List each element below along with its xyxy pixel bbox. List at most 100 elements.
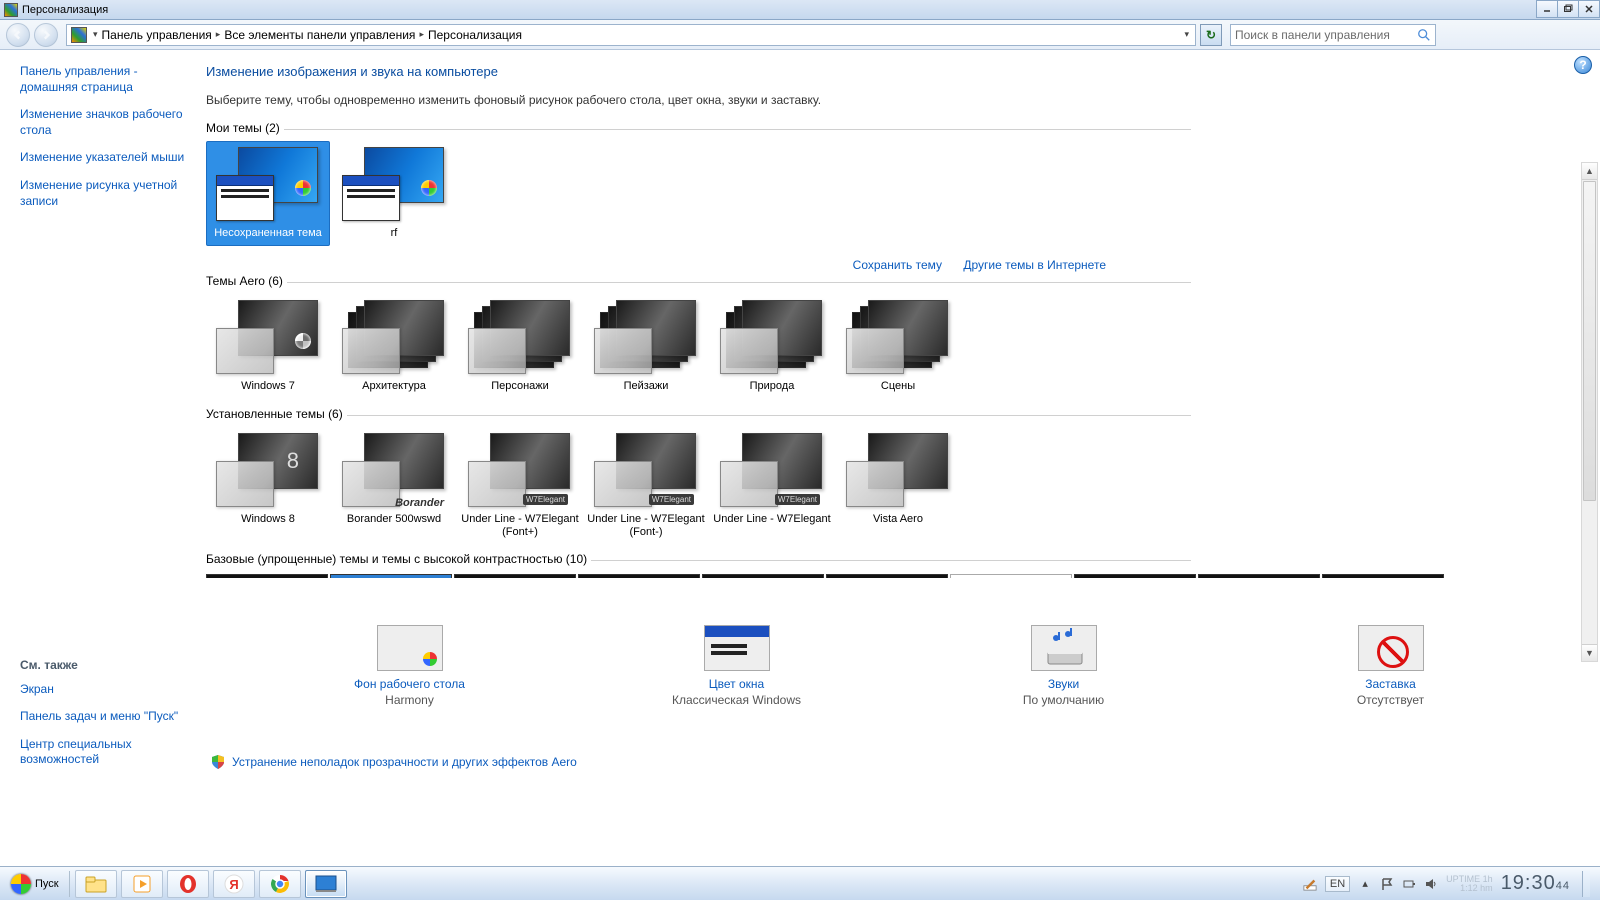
theme-underline-minus[interactable]: W7ElegantUnder Line - W7Elegant (Font-) <box>584 427 708 544</box>
theme-characters[interactable]: Персонажи <box>458 294 582 399</box>
badge: W7Elegant <box>775 494 820 505</box>
opt-value: По умолчанию <box>924 693 1204 707</box>
tray-volume-icon[interactable] <box>1424 877 1438 891</box>
taskbar-app-opera[interactable] <box>167 870 209 898</box>
scroll-thumb[interactable] <box>1583 181 1596 501</box>
window-color-icon <box>704 625 770 671</box>
taskbar-app-yandex[interactable]: Я <box>213 870 255 898</box>
sidebar-link-account-picture[interactable]: Изменение рисунка учетной записи <box>20 178 190 209</box>
theme-basic-partial[interactable] <box>1198 574 1320 578</box>
theme-basic-partial[interactable] <box>826 574 948 578</box>
group-installed: 8Windows 8 Borander Borander 500wswd W7El… <box>206 421 1594 552</box>
opt-value: Классическая Windows <box>597 693 877 707</box>
group-aero-title: Темы Aero (6) <box>206 274 283 288</box>
chevron-icon[interactable]: ▾ <box>93 29 98 40</box>
option-window-color[interactable]: Цвет окна Классическая Windows <box>597 625 877 707</box>
aero-troubleshoot-link[interactable]: Устранение неполадок прозрачности и друг… <box>206 754 1594 770</box>
tray-language[interactable]: EN <box>1325 876 1350 892</box>
breadcrumb-segment[interactable]: Панель управления <box>102 28 212 42</box>
group-aero: Windows 7 Архитектура Персонажи Пейзажи … <box>206 288 1594 407</box>
theme-label: Windows 8 <box>241 513 295 527</box>
taskbar-app-personalization[interactable] <box>305 870 347 898</box>
option-desktop-background[interactable]: Фон рабочего стола Harmony <box>270 625 550 707</box>
theme-scenes[interactable]: Сцены <box>836 294 960 399</box>
start-button[interactable]: Пуск <box>4 871 66 897</box>
sidebar-link-home[interactable]: Панель управления - домашняя страница <box>20 64 190 95</box>
theme-windows8[interactable]: 8Windows 8 <box>206 427 330 544</box>
breadcrumb-segment[interactable]: Все элементы панели управления <box>224 28 415 42</box>
minimize-button[interactable] <box>1536 0 1558 18</box>
group-basic-title: Базовые (упрощенные) темы и темы с высок… <box>206 552 587 566</box>
taskbar-app-explorer[interactable] <box>75 870 117 898</box>
theme-label: Природа <box>750 380 795 394</box>
option-sounds[interactable]: Звуки По умолчанию <box>924 625 1204 707</box>
option-screensaver[interactable]: Заставка Отсутствует <box>1251 625 1531 707</box>
theme-basic-partial[interactable] <box>1322 574 1444 578</box>
tray-up-icon[interactable]: ▴ <box>1358 877 1372 891</box>
chevron-icon[interactable]: ▸ <box>419 29 424 40</box>
chevron-down-icon[interactable]: ▾ <box>1184 29 1189 40</box>
scrollbar[interactable]: ▲ ▼ <box>1581 162 1598 662</box>
see-also-ease[interactable]: Центр специальных возможностей <box>20 737 200 768</box>
theme-label: Vista Aero <box>873 513 923 527</box>
theme-basic-partial[interactable] <box>206 574 328 578</box>
opt-label: Звуки <box>924 677 1204 691</box>
theme-borander[interactable]: Borander Borander 500wswd <box>332 427 456 544</box>
overlay-text: Borander <box>395 497 444 509</box>
theme-basic-partial[interactable] <box>702 574 824 578</box>
nav-back-button[interactable] <box>6 23 30 47</box>
taskbar-app-chrome[interactable] <box>259 870 301 898</box>
nav-forward-button[interactable] <box>34 23 58 47</box>
tray-show-desktop[interactable] <box>1582 871 1590 897</box>
tray-pen-icon[interactable] <box>1303 877 1317 891</box>
theme-label: rf <box>391 227 398 241</box>
app-icon <box>4 3 18 17</box>
link-save-theme[interactable]: Сохранить тему <box>853 258 942 272</box>
close-button[interactable] <box>1578 0 1600 18</box>
theme-basic-partial[interactable] <box>454 574 576 578</box>
see-also-display[interactable]: Экран <box>20 682 200 698</box>
chevron-icon[interactable]: ▸ <box>216 29 221 40</box>
tray-power-icon[interactable] <box>1402 877 1416 891</box>
maximize-button[interactable] <box>1557 0 1579 18</box>
theme-architecture[interactable]: Архитектура <box>332 294 456 399</box>
tray-flag-icon[interactable] <box>1380 877 1394 891</box>
see-also-heading: См. также <box>20 658 200 672</box>
theme-nature[interactable]: Природа <box>710 294 834 399</box>
theme-underline[interactable]: W7Elegant Under Line - W7Elegant <box>710 427 834 544</box>
theme-windows7[interactable]: Windows 7 <box>206 294 330 399</box>
group-my-themes: Несохраненная тема rf <box>206 135 1594 254</box>
sidebar-link-desktop-icons[interactable]: Изменение значков рабочего стола <box>20 107 190 138</box>
search-icon <box>1417 28 1431 42</box>
navbar: ▾ Панель управления ▸ Все элементы панел… <box>0 20 1600 50</box>
theme-label: Under Line - W7Elegant <box>713 513 830 527</box>
theme-label: Несохраненная тема <box>214 227 322 241</box>
theme-underline-plus[interactable]: W7ElegantUnder Line - W7Elegant (Font+) <box>458 427 582 544</box>
see-also-taskbar[interactable]: Панель задач и меню "Пуск" <box>20 709 200 725</box>
system-tray: EN ▴ UPTIME 1h1:12 hm 19:3044 <box>1303 871 1596 897</box>
theme-label: Borander 500wswd <box>347 513 441 527</box>
theme-basic-partial[interactable] <box>330 574 452 578</box>
theme-basic-partial[interactable] <box>578 574 700 578</box>
tray-uptime-label: UPTIME 1h1:12 hm <box>1446 875 1493 893</box>
theme-basic-partial[interactable] <box>950 574 1072 578</box>
tray-clock[interactable]: 19:3044 <box>1501 872 1570 895</box>
refresh-button[interactable]: ↻ <box>1200 24 1222 46</box>
theme-label: Under Line - W7Elegant (Font-) <box>587 513 705 539</box>
bottom-options: Фон рабочего стола Harmony Цвет окна Кла… <box>206 615 1594 750</box>
breadcrumb-bar[interactable]: ▾ Панель управления ▸ Все элементы панел… <box>66 24 1196 46</box>
theme-unsaved[interactable]: Несохраненная тема <box>206 141 330 246</box>
svg-text:Я: Я <box>229 877 238 892</box>
theme-rf[interactable]: rf <box>332 141 456 246</box>
link-more-themes[interactable]: Другие темы в Интернете <box>963 258 1106 272</box>
theme-basic-partial[interactable] <box>1074 574 1196 578</box>
theme-vista-aero[interactable]: Vista Aero <box>836 427 960 544</box>
theme-landscapes[interactable]: Пейзажи <box>584 294 708 399</box>
breadcrumb-segment[interactable]: Персонализация <box>428 28 522 42</box>
scroll-up-button[interactable]: ▲ <box>1582 163 1597 180</box>
group-installed-title: Установленные темы (6) <box>206 407 343 421</box>
start-label: Пуск <box>35 878 59 890</box>
search-input[interactable]: Поиск в панели управления <box>1230 24 1436 46</box>
sidebar-link-mouse-pointers[interactable]: Изменение указателей мыши <box>20 150 190 166</box>
taskbar-app-media[interactable] <box>121 870 163 898</box>
